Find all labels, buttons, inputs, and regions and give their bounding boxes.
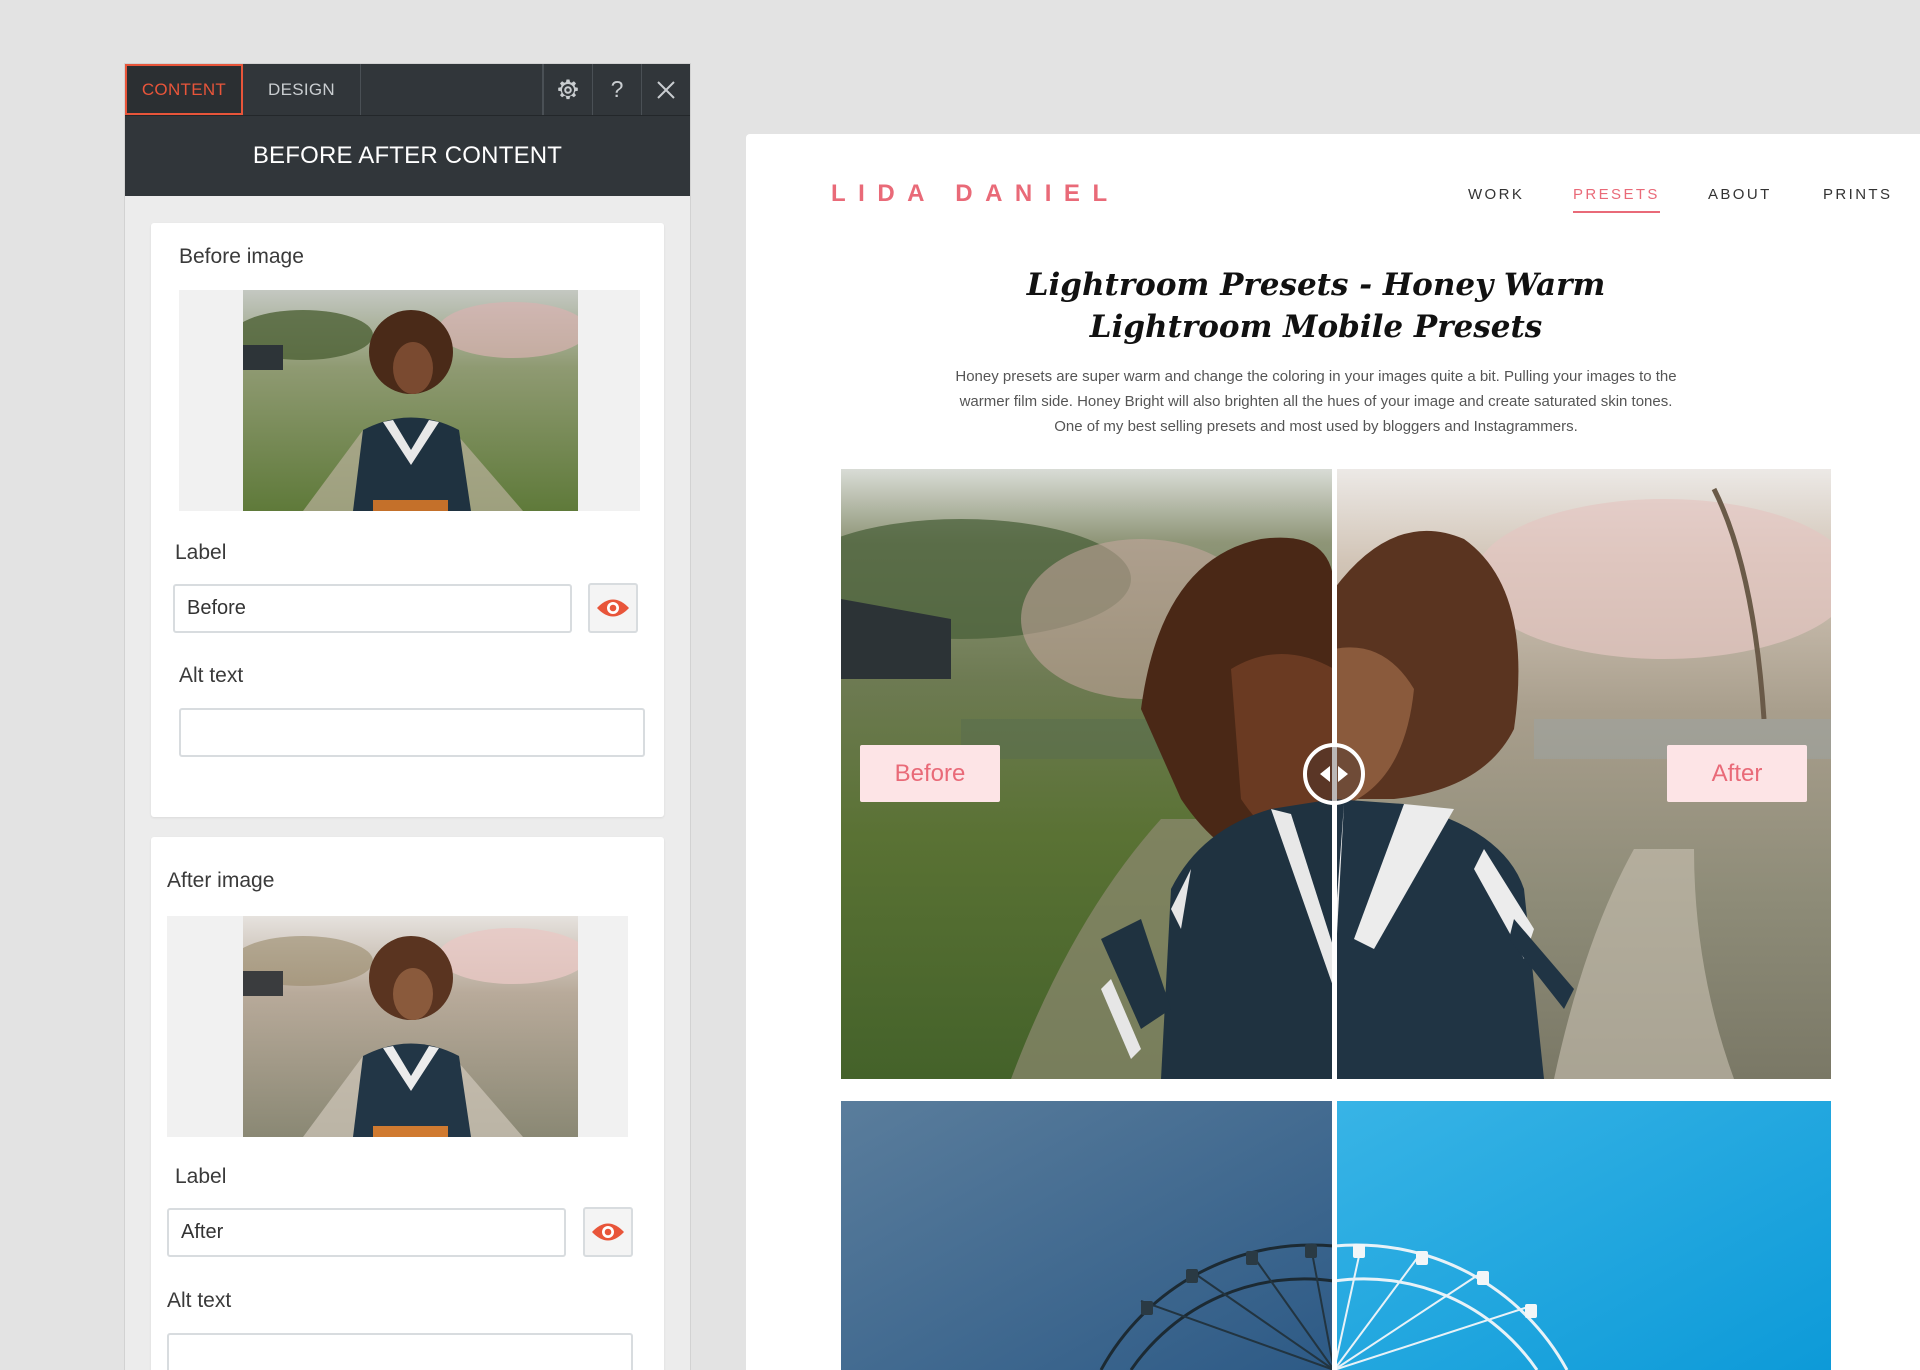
tab-content[interactable]: CONTENT <box>125 64 243 115</box>
nav-item-presets-label: PRESETS <box>1573 186 1660 203</box>
eye-icon <box>597 599 629 617</box>
close-button[interactable] <box>641 64 690 115</box>
nav-item-about[interactable]: ABOUT <box>1708 186 1772 203</box>
before-label: Before <box>860 745 1000 802</box>
after-alt-input[interactable] <box>167 1333 633 1370</box>
before-label-input[interactable] <box>173 584 572 633</box>
before-label-visibility-button[interactable] <box>588 583 638 633</box>
after-label-input[interactable] <box>167 1208 566 1257</box>
site-logo[interactable]: LIDA DANIEL <box>831 180 1120 208</box>
page-description: Honey presets are super warm and change … <box>955 368 1677 435</box>
after-label: After <box>1667 745 1807 802</box>
before-image-picker[interactable] <box>179 290 640 511</box>
nav-item-presets[interactable]: PRESETS <box>1573 186 1660 213</box>
toolbar-spacer <box>361 64 543 115</box>
after-label-visibility-button[interactable] <box>583 1207 633 1257</box>
after-alt-title: Alt text <box>167 1289 232 1312</box>
after-image-heading: After image <box>167 869 275 892</box>
help-button[interactable]: ? <box>592 64 641 115</box>
settings-button[interactable] <box>543 64 592 115</box>
arrows-left-right-icon <box>1320 766 1348 782</box>
before-after-slider[interactable]: Before After <box>841 469 1831 1079</box>
editor-title: BEFORE AFTER CONTENT <box>125 116 690 196</box>
after-image-picker[interactable] <box>167 916 628 1137</box>
eye-icon <box>592 1223 624 1241</box>
before-alt-title: Alt text <box>179 664 244 687</box>
second-before-after-slider[interactable] <box>841 1101 1831 1370</box>
before-label-title: Label <box>175 541 227 564</box>
before-image-card: Before image Label Before Alt text <box>151 223 664 817</box>
nav-item-work[interactable]: WORK <box>1468 186 1524 203</box>
editor-toolbar: CONTENT DESIGN ? <box>125 64 690 116</box>
before-alt-input[interactable] <box>179 708 645 757</box>
nav-item-prints[interactable]: PRINTS <box>1823 186 1892 203</box>
close-icon <box>657 80 675 99</box>
help-icon: ? <box>610 76 624 102</box>
slider-handle[interactable] <box>1303 743 1365 805</box>
editor-title-text: BEFORE AFTER CONTENT <box>252 142 563 169</box>
after-image-card: After image Label After Alt text <box>151 837 664 1370</box>
page-title: Lightroom Presets - Honey Warm Lightroom… <box>1026 267 1606 345</box>
after-label-title: Label <box>175 1165 227 1188</box>
after-image-thumbnail[interactable] <box>243 916 578 1137</box>
gear-icon <box>558 79 578 99</box>
editor-panel: CONTENT DESIGN ? BEFORE AFTER CONTENT Be… <box>125 64 690 1370</box>
before-image-heading: Before image <box>179 245 304 268</box>
nav-active-underline <box>1573 211 1660 213</box>
stage: CONTENT DESIGN ? BEFORE AFTER CONTENT Be… <box>0 0 1920 1370</box>
site-preview: LIDA DANIEL WORK PRESETS ABOUT PRINTS Li… <box>746 134 1920 1370</box>
tab-design[interactable]: DESIGN <box>243 64 361 115</box>
before-image-thumbnail[interactable] <box>243 290 578 511</box>
